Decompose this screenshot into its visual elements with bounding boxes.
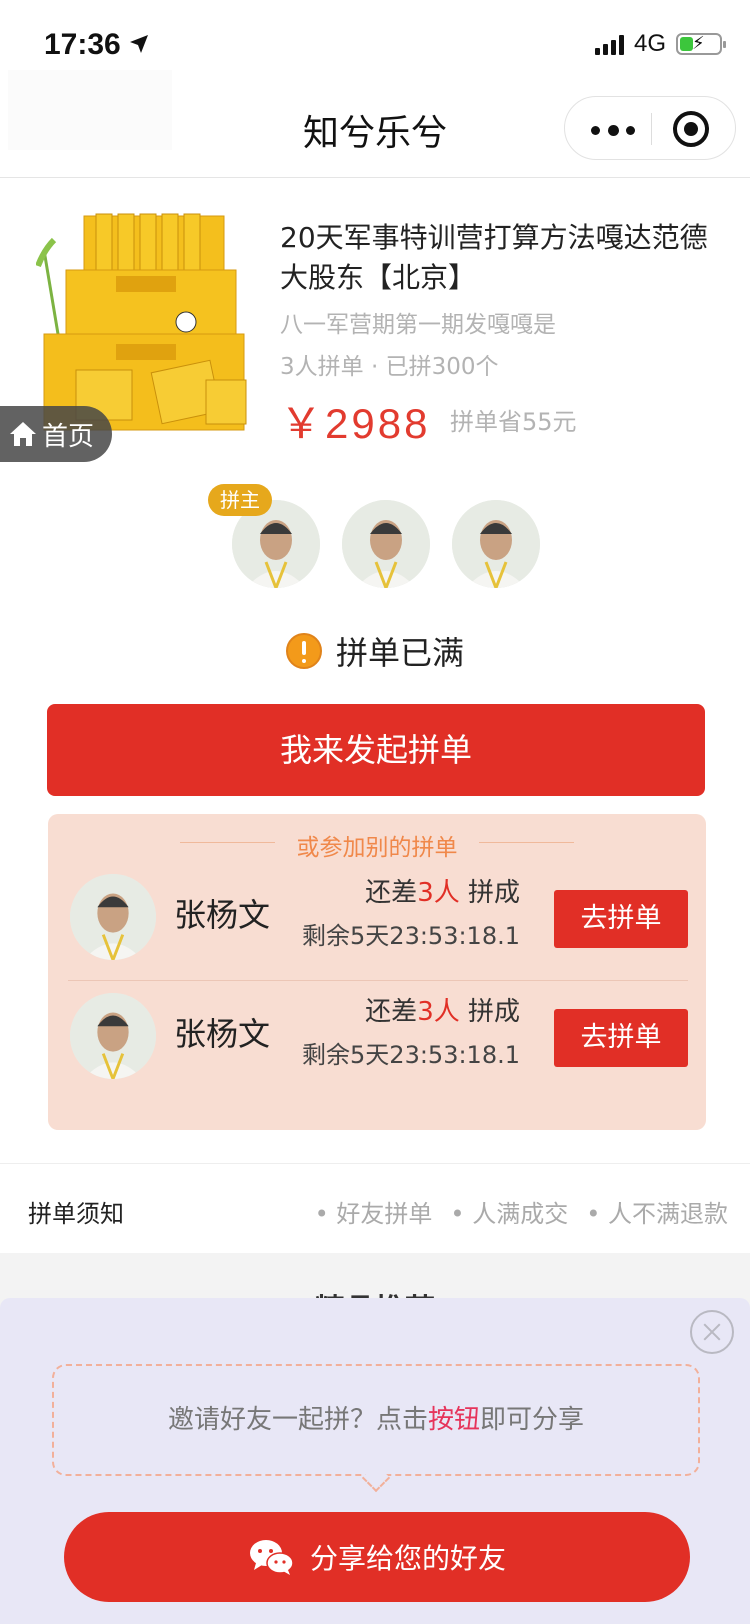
saved-amount: 拼单省55元 [450,408,577,436]
group-need-text: 还差3人 拼成 [365,997,520,1027]
rule-item: • 人满成交 [450,1200,569,1228]
product-meta: 3人拼单 · 已拼300个 [280,354,499,380]
status-text: 拼单已满 [335,634,464,672]
owner-tag: 拼主 [208,484,272,516]
share-button[interactable]: 分享给您的好友 [64,1512,690,1602]
more-dots-icon[interactable] [591,124,635,136]
close-circle-icon[interactable] [690,1310,734,1354]
group-rules[interactable]: 拼单须知 • 好友拼单 • 人满成交 • 人不满退款 [0,1163,750,1253]
close-mini-program-icon[interactable] [673,111,709,147]
warning-icon [285,633,322,669]
group-need-text: 还差3人 拼成 [365,878,520,908]
share-popup: 邀请好友一起拼？点击按钮即可分享 分享给您的好友 [0,1298,750,1624]
signal-icon [594,33,624,55]
group-remaining-time: 剩余5天23:53:18.1 [302,922,520,950]
status-time: 17:36 [44,28,121,61]
rules-title: 拼单须知 [28,1200,124,1228]
join-group-button[interactable]: 去拼单 [554,1009,688,1067]
avatar [70,993,156,1079]
home-label: 首页 [42,421,95,452]
other-groups-title: 或参加别的拼单 [296,835,458,861]
product-price: ￥2988 [280,400,431,447]
product-subtitle: 八一军营期第一期发嘎嘎是 [280,312,556,338]
network-type: 4G [633,30,666,57]
list-item: 张杨文 还差3人 拼成 剩余5天23:53:18.1 去拼单 [68,980,688,1090]
group-leader-name: 张杨文 [174,896,271,934]
rule-item: • 人不满退款 [586,1200,728,1228]
group-full-status: 拼单已满 [0,628,750,674]
wechat-icon [249,1540,294,1575]
mini-program-capsule [564,96,736,160]
start-group-button[interactable]: 我来发起拼单 [47,704,705,796]
status-indicators: 4G ⚡ [594,30,726,58]
avatar [342,500,430,588]
avatar [70,874,156,960]
location-arrow-icon [130,35,148,53]
home-icon [10,422,36,446]
product-title: 20天军事特训营打算方法嘎达范德大股东【北京】 [280,221,708,294]
group-remaining-time: 剩余5天23:53:18.1 [302,1041,520,1069]
share-button-label: 分享给您的好友 [309,1542,506,1575]
battery-icon: ⚡ [676,33,726,55]
share-tip: 邀请好友一起拼？点击按钮即可分享 [52,1364,700,1476]
rules-items: • 好友拼单 • 人满成交 • 人不满退款 [315,1194,728,1229]
avatar [452,500,540,588]
group-leader-name: 张杨文 [174,1015,271,1053]
home-button[interactable]: 首页 [0,406,112,462]
list-item: 张杨文 还差3人 拼成 剩余5天23:53:18.1 去拼单 [68,862,688,972]
nav-bar: 知兮乐兮 [0,70,750,178]
group-members [232,500,552,590]
other-groups-panel: 或参加别的拼单 张杨文 还差3人 拼成 剩余5天23:53:18.1 去拼单 张… [48,814,706,1130]
rule-item: • 好友拼单 [314,1200,433,1228]
join-group-button[interactable]: 去拼单 [554,890,688,948]
